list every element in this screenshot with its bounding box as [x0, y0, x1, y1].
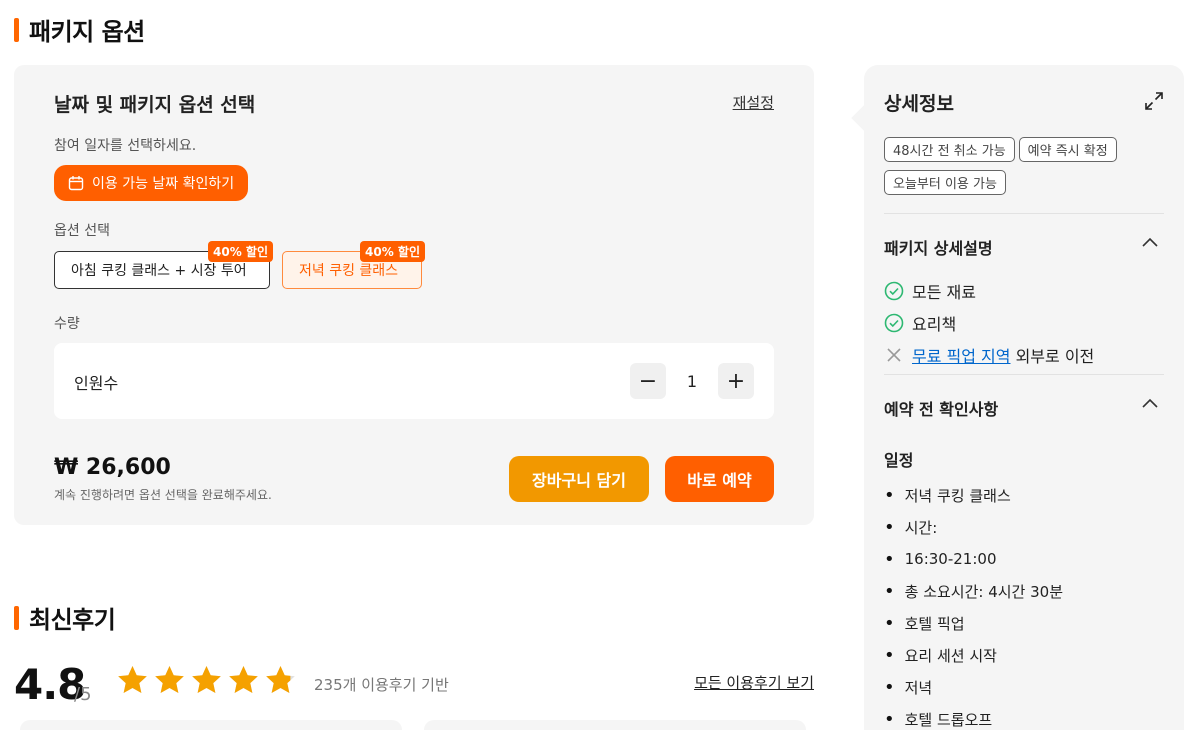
included-text: 모든 재료 [912, 283, 976, 302]
option-label-text: 아침 쿠킹 클래스 + 시장 투어 [71, 263, 247, 279]
reviews-section-title: 최신후기 [29, 606, 116, 634]
tag-available-today: 오늘부터 이용 가능 [884, 170, 1006, 195]
date-prompt: 참여 일자를 선택하세요. [54, 138, 197, 154]
reset-link[interactable]: 재설정 [733, 92, 774, 113]
star-icon [118, 666, 147, 693]
schedule-item: 16:30-21:00 [884, 543, 1063, 575]
excluded-rest: 외부로 이전 [1010, 347, 1095, 366]
divider [884, 374, 1164, 375]
star-rating [116, 664, 297, 697]
pickup-area-link[interactable]: 무료 픽업 지역 [912, 347, 1011, 366]
tag-cancellation: 48시간 전 취소 가능 [884, 137, 1015, 162]
star-icon [192, 666, 221, 693]
total-price: ₩ 26,600 [54, 455, 171, 480]
check-dates-label: 이용 가능 날짜 확인하기 [92, 176, 235, 192]
calendar-icon [68, 176, 84, 191]
excluded-text: 무료 픽업 지역 외부로 이전 [912, 343, 1094, 367]
details-title: 상세정보 [884, 93, 954, 115]
tag-instant-confirm: 예약 즉시 확정 [1018, 137, 1117, 162]
schedule-item: 시간: [884, 511, 1063, 543]
package-section-title: 패키지 옵션 [29, 18, 145, 46]
schedule-item: 저녁 [884, 671, 1063, 703]
option-label: 옵션 선택 [54, 223, 110, 239]
included-item: 요리책 [884, 311, 956, 335]
star-icon [229, 666, 258, 693]
package-desc-heading[interactable]: 패키지 상세설명 [884, 235, 993, 259]
feature-tags: 48시간 전 취소 가능 예약 즉시 확정 오늘부터 이용 가능 [884, 137, 1164, 195]
divider [884, 213, 1164, 214]
book-now-button[interactable]: 바로 예약 [665, 456, 774, 502]
option-selector-panel: 날짜 및 패키지 옵션 선택 재설정 참여 일자를 선택하세요. 이용 가능 날… [14, 65, 814, 525]
option-label-text: 저녁 쿠킹 클래스 [299, 263, 399, 279]
increase-button[interactable]: + [718, 363, 754, 399]
discount-badge: 40% 할인 [208, 241, 273, 262]
add-to-cart-button[interactable]: 장바구니 담기 [509, 456, 649, 502]
expand-icon[interactable] [1144, 91, 1164, 111]
quantity-label: 수량 [54, 316, 80, 332]
chevron-up-icon[interactable] [1142, 398, 1158, 408]
quantity-stepper: − 1 + [630, 363, 754, 399]
review-count: 235개 이용후기 기반 [314, 676, 449, 694]
rating-max: /5 [74, 684, 92, 705]
schedule-item: 호텔 드롭오프 [884, 703, 1063, 730]
chevron-up-icon[interactable] [1142, 237, 1158, 247]
selector-title: 날짜 및 패키지 옵션 선택 [54, 94, 256, 116]
check-dates-button[interactable]: 이용 가능 날짜 확인하기 [54, 165, 249, 201]
schedule-list: 저녁 쿠킹 클래스 시간: 16:30-21:00 총 소요시간: 4시간 30… [884, 479, 1063, 730]
excluded-item: 무료 픽업 지역 외부로 이전 [884, 343, 1094, 367]
price-note: 계속 진행하려면 옵션 선택을 완료해주세요. [54, 488, 272, 502]
option-morning-class[interactable]: 아침 쿠킹 클래스 + 시장 투어 40% 할인 [54, 241, 273, 289]
schedule-item: 요리 세션 시작 [884, 639, 1063, 671]
details-panel: 상세정보 48시간 전 취소 가능 예약 즉시 확정 오늘부터 이용 가능 패키… [851, 65, 1184, 730]
accent-bar [14, 17, 19, 42]
review-card[interactable] [20, 720, 402, 730]
prebook-heading[interactable]: 예약 전 확인사항 [884, 396, 998, 420]
quantity-row: 인원수 − 1 + [54, 343, 774, 419]
included-item: 모든 재료 [884, 279, 976, 303]
star-icon [155, 666, 184, 693]
panel-notch [851, 105, 877, 131]
reviews-section-heading: 최신후기 [14, 600, 116, 635]
accent-bar [14, 605, 19, 630]
check-circle-icon [884, 313, 904, 333]
schedule-item: 호텔 픽업 [884, 607, 1063, 639]
package-section-heading: 패키지 옵션 [14, 12, 145, 47]
schedule-item: 저녁 쿠킹 클래스 [884, 479, 1063, 511]
schedule-heading: 일정 [884, 451, 914, 470]
review-card[interactable] [424, 720, 806, 730]
participants-label: 인원수 [74, 374, 119, 393]
check-circle-icon [884, 281, 904, 301]
close-icon [887, 348, 901, 362]
star-icon [266, 666, 295, 693]
decrease-button[interactable]: − [630, 363, 666, 399]
quantity-value: 1 [686, 371, 698, 391]
all-reviews-link[interactable]: 모든 이용후기 보기 [694, 672, 814, 693]
option-evening-class[interactable]: 저녁 쿠킹 클래스 40% 할인 [282, 241, 425, 289]
discount-badge: 40% 할인 [360, 241, 425, 262]
included-text: 요리책 [912, 315, 957, 334]
schedule-item: 총 소요시간: 4시간 30분 [884, 575, 1063, 607]
